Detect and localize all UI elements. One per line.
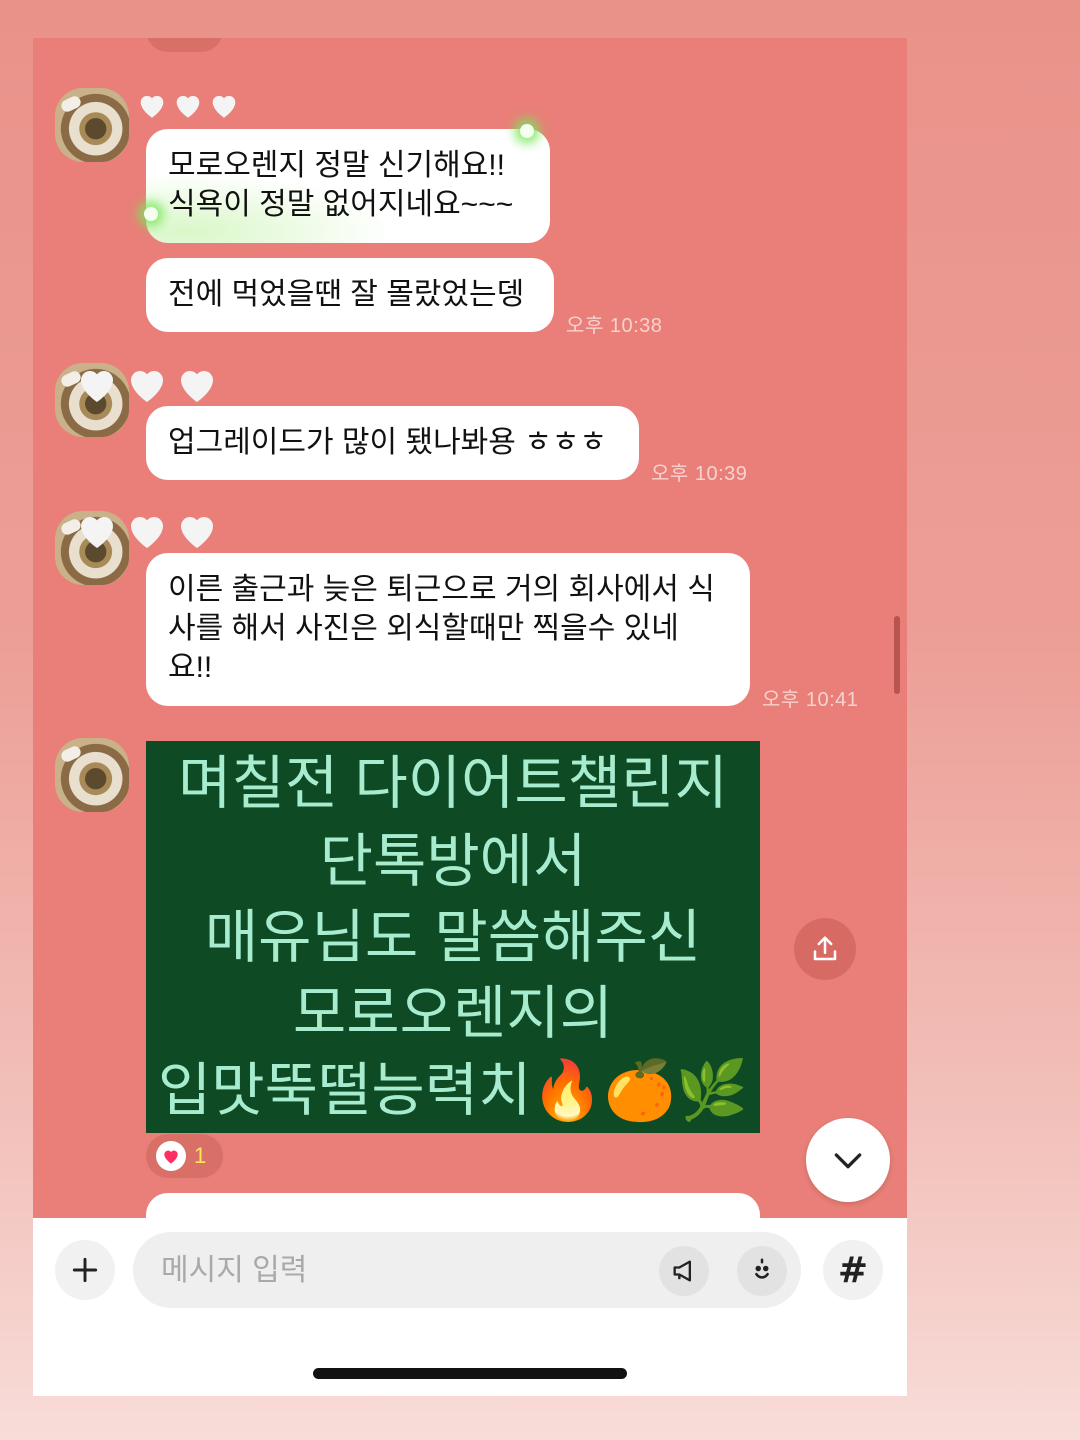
- heart-icon: [123, 506, 171, 554]
- heart-icon: [123, 360, 171, 408]
- scrollbar[interactable]: [894, 616, 900, 694]
- emoji-icon: [755, 1258, 769, 1279]
- sender-avatar[interactable]: [55, 88, 129, 162]
- message-text: 업그레이드가 많이 됐나봐용 ㅎㅎㅎ: [168, 426, 608, 459]
- card-text-line: 며칠전 다이어트챌린지: [178, 751, 728, 816]
- message-bubble[interactable]: 업그레이드가 많이 됐나봐용 ㅎㅎㅎ: [146, 406, 639, 480]
- sender-name-hearts: [73, 506, 221, 554]
- hashtag-button[interactable]: #: [823, 1240, 883, 1300]
- chat-screen: 모로오렌지 정말 신기해요!! 식욕이 정말 없어지네요~~~ 전에 먹었을땐 …: [33, 38, 907, 1396]
- sender-name-hearts: [73, 360, 221, 408]
- message-bubble[interactable]: 전에 먹었을땐 잘 몰랐었는뎅: [146, 258, 554, 332]
- sender-name-hearts: [135, 88, 241, 122]
- message-field: [133, 1232, 801, 1310]
- card-text-line: 입맛뚝떨능력치🔥🍊🌿: [157, 1058, 749, 1123]
- plus-icon: [72, 1257, 98, 1283]
- selection-handle[interactable]: [520, 124, 534, 138]
- heart-icon: [156, 1141, 186, 1171]
- image-message-card[interactable]: 며칠전 다이어트챌린지 단톡방에서 매유님도 말씀해주신 모로오렌지의 입맛뚝떨…: [146, 741, 760, 1133]
- heart-icon: [173, 506, 221, 554]
- message-text: 전에 먹었을땐 잘 몰랐었는뎅: [168, 278, 525, 311]
- message-input[interactable]: [159, 1232, 623, 1310]
- card-text-line: 모로오렌지의: [292, 981, 614, 1046]
- message-bubble[interactable]: 모로오렌지 정말 신기해요!! 식욕이 정말 없어지네요~~~: [146, 129, 550, 243]
- message-input-bar: #: [33, 1218, 907, 1396]
- share-icon: [813, 936, 837, 961]
- emoji-button[interactable]: [737, 1246, 787, 1296]
- card-text-line: 매유님도 말씀해주신: [204, 905, 702, 970]
- previous-reaction: [146, 38, 223, 52]
- card-text-line: 단톡방에서: [319, 829, 587, 894]
- message-text: 이른 출근과 늦은 퇴근으로 거의 회사에서 식: [168, 573, 715, 606]
- message-time: 오후 10:39: [651, 463, 748, 485]
- message-bubble[interactable]: 이른 출근과 늦은 퇴근으로 거의 회사에서 식 사를 해서 사진은 외식할때만…: [146, 553, 750, 706]
- heart-icon: [207, 88, 241, 122]
- message-time: 오후 10:38: [566, 315, 663, 337]
- heart-icon: [73, 506, 121, 554]
- message-time: 오후 10:41: [762, 689, 859, 711]
- message-text: 식욕이 정말 없어지네요~~~: [168, 188, 514, 221]
- message-text: 요!!: [168, 651, 213, 684]
- megaphone-icon: [673, 1260, 691, 1282]
- sender-avatar[interactable]: [55, 738, 129, 812]
- heart-icon: [171, 88, 205, 122]
- message-text: 모로오렌지 정말 신기해요!!: [168, 149, 505, 182]
- heart-icon: [73, 360, 121, 408]
- share-button[interactable]: [794, 918, 856, 980]
- message-text: 사를 해서 사진은 외식할때만 찍을수 있네: [168, 612, 679, 645]
- chevron-down-icon: [834, 1153, 862, 1169]
- megaphone-button[interactable]: [659, 1246, 709, 1296]
- heart-icon: [135, 88, 169, 122]
- scroll-to-bottom-button[interactable]: [806, 1118, 890, 1202]
- heart-icon: [173, 360, 221, 408]
- reaction-count: 1: [194, 1143, 207, 1168]
- selection-handle[interactable]: [144, 207, 158, 221]
- attach-button[interactable]: [55, 1240, 115, 1300]
- reaction-badge[interactable]: 1: [146, 1134, 223, 1178]
- home-indicator[interactable]: [313, 1368, 627, 1379]
